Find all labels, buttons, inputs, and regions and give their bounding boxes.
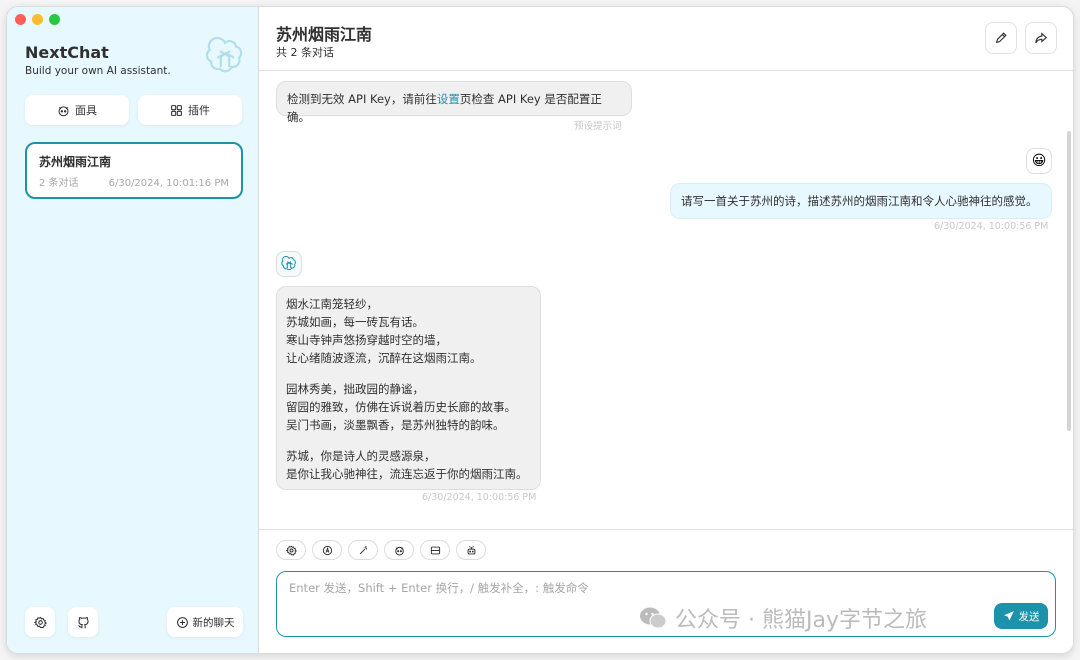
- share-button[interactable]: [1025, 22, 1057, 54]
- share-icon: [1035, 32, 1048, 44]
- mask-picker-button[interactable]: [384, 540, 414, 560]
- new-chat-button[interactable]: 新的聊天: [167, 607, 243, 637]
- break-icon: [430, 546, 440, 554]
- user-message: 请写一首关于苏州的诗，描述苏州的烟雨江南和令人心驰神往的感觉。: [670, 183, 1052, 219]
- openai-logo-icon: [281, 256, 296, 271]
- user-message-text: 请写一首关于苏州的诗，描述苏州的烟雨江南和令人心驰神往的感觉。: [681, 194, 1038, 208]
- poem-line: 留园的雅致，仿佛在诉说着历史长廊的故事。: [286, 400, 516, 414]
- system-caption: 预设提示词: [574, 121, 622, 132]
- chat-item-date: 6/30/2024, 10:01:16 PM: [108, 178, 229, 189]
- assistant-message-time: 6/30/2024, 10:00:56 PM: [422, 492, 537, 503]
- plugin-button-label: 插件: [188, 104, 210, 117]
- clear-context-button[interactable]: [420, 540, 450, 560]
- poem-line: 寒山寺钟声悠扬穿越时空的墙，: [286, 333, 447, 347]
- github-button[interactable]: [68, 607, 98, 637]
- chat-subtitle: 共 2 条对话: [276, 46, 334, 59]
- wechat-icon: [640, 607, 667, 629]
- poem-line: 是你让我心驰神往，流连忘返于你的烟雨江南。: [286, 467, 528, 481]
- chat-title: 苏州烟雨江南: [276, 25, 373, 44]
- chat-main: 苏州烟雨江南 共 2 条对话 检测到无效 API Key，请前往设置页检查 AP…: [259, 7, 1073, 653]
- watermark-text: 公众号 · 熊猫Jay字节之旅: [675, 608, 927, 633]
- poem-line: 苏城如画，每一砖瓦有话。: [286, 315, 424, 329]
- pencil-icon: [995, 32, 1007, 44]
- system-text-before: 检测到无效 API Key，请前往: [287, 92, 437, 106]
- new-chat-label: 新的聊天: [192, 616, 235, 629]
- poem-line: 苏城，你是诗人的灵感源泉，: [286, 449, 436, 463]
- mask-button-label: 面具: [75, 104, 97, 117]
- close-window-button[interactable]: [15, 14, 26, 25]
- poem-line: 烟水江南笼轻纱，: [286, 297, 378, 311]
- mask-icon: [58, 105, 69, 116]
- gear-icon: [33, 616, 47, 628]
- scrollbar[interactable]: [1067, 131, 1071, 431]
- smiley-icon: 😀: [1031, 153, 1047, 169]
- message-list[interactable]: 检测到无效 API Key，请前往设置页检查 API Key 是否配置正确。 预…: [259, 71, 1073, 529]
- github-icon: [77, 616, 89, 628]
- maximize-window-button[interactable]: [49, 14, 60, 25]
- mask-button[interactable]: 面具: [25, 95, 129, 125]
- openai-logo-icon: [205, 37, 243, 73]
- send-icon: [1003, 611, 1014, 621]
- magic-wand-icon: [359, 545, 367, 554]
- grid-icon: [171, 104, 182, 116]
- assistant-message: 烟水江南笼轻纱， 苏城如画，每一砖瓦有话。 寒山寺钟声悠扬穿越时空的墙， 让心绪…: [276, 286, 541, 490]
- chat-item-title: 苏州烟雨江南: [39, 155, 112, 169]
- poem-line: 吴门书画，淡墨飘香，是苏州独特的韵味。: [286, 418, 505, 432]
- chat-list-item[interactable]: 苏州烟雨江南 2 条对话 6/30/2024, 10:01:16 PM: [25, 142, 243, 199]
- chat-settings-button[interactable]: [276, 540, 306, 560]
- theme-toggle-button[interactable]: [312, 540, 342, 560]
- app-window: NextChat Build your own AI assistant. 面具…: [6, 6, 1074, 654]
- send-button[interactable]: 发送: [994, 603, 1048, 629]
- poem-line: 园林秀美，拙政园的静谧，: [286, 382, 424, 396]
- poem-stanza: 苏城，你是诗人的灵感源泉， 是你让我心驰神往，流连忘返于你的烟雨江南。: [286, 447, 531, 483]
- chat-item-count: 2 条对话: [39, 178, 79, 189]
- sidebar: NextChat Build your own AI assistant. 面具…: [7, 7, 259, 653]
- minimize-window-button[interactable]: [32, 14, 43, 25]
- watermark: 公众号 · 熊猫Jay字节之旅: [639, 602, 927, 634]
- poem-stanza: 烟水江南笼轻纱， 苏城如画，每一砖瓦有话。 寒山寺钟声悠扬穿越时空的墙， 让心绪…: [286, 295, 531, 367]
- rename-button[interactable]: [985, 22, 1017, 54]
- user-avatar: 😀: [1026, 148, 1052, 174]
- gear-icon: [285, 545, 297, 555]
- plugin-button[interactable]: 插件: [138, 95, 242, 125]
- app-title: NextChat: [25, 43, 109, 62]
- poem-line: 让心绪随波逐流，沉醉在这烟雨江南。: [286, 351, 482, 365]
- robot-icon: [467, 545, 475, 554]
- user-message-time: 6/30/2024, 10:00:56 PM: [934, 221, 1049, 232]
- add-icon: [176, 616, 188, 628]
- assistant-avatar: [276, 251, 302, 277]
- model-select-button[interactable]: [456, 540, 486, 560]
- send-button-label: 发送: [1018, 610, 1040, 623]
- system-message: 检测到无效 API Key，请前往设置页检查 API Key 是否配置正确。: [276, 81, 632, 124]
- auto-theme-icon: [322, 545, 332, 555]
- app-subtitle: Build your own AI assistant.: [25, 65, 171, 77]
- input-panel: 公众号 · 熊猫Jay字节之旅 发送: [259, 529, 1073, 653]
- settings-link[interactable]: 设置: [437, 92, 460, 106]
- mask-icon: [394, 546, 404, 555]
- chat-header: 苏州烟雨江南 共 2 条对话: [259, 7, 1073, 71]
- settings-button[interactable]: [25, 607, 55, 637]
- poem-stanza: 园林秀美，拙政园的静谧， 留园的雅致，仿佛在诉说着历史长廊的故事。 吴门书画，淡…: [286, 380, 531, 434]
- prompt-button[interactable]: [348, 540, 378, 560]
- window-controls: [15, 14, 60, 25]
